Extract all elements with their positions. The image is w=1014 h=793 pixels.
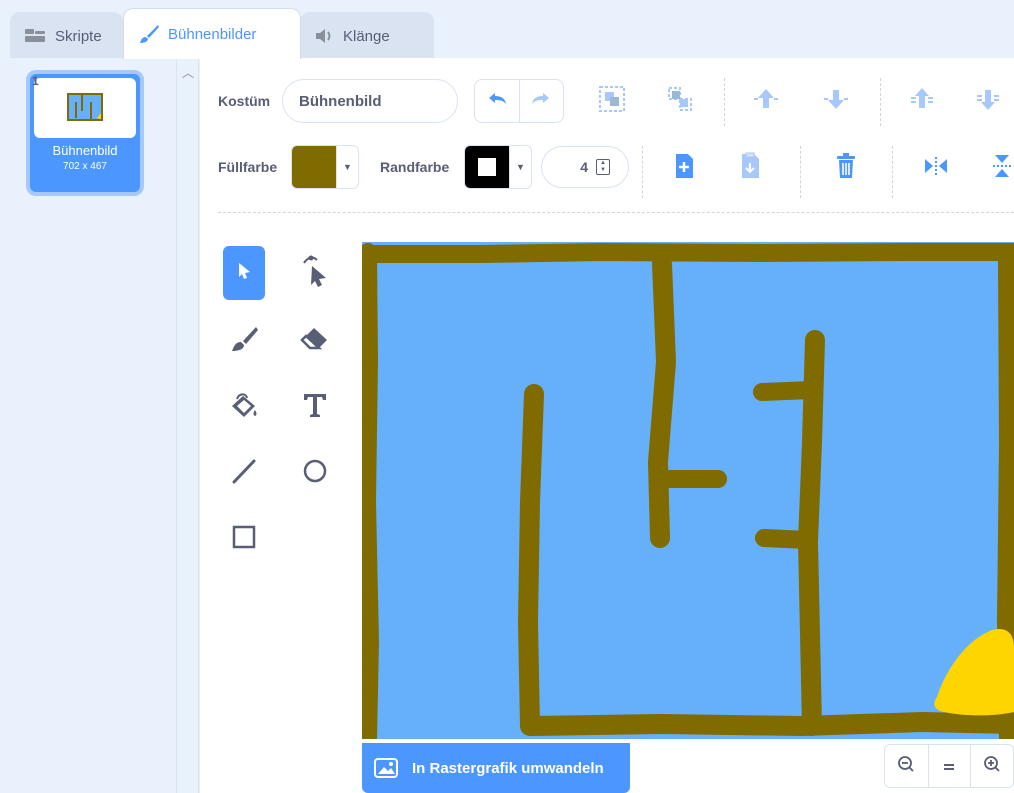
costume-number: 1 xyxy=(32,74,39,88)
sound-icon xyxy=(315,29,335,43)
tab-backdrops-label: Bühnenbilder xyxy=(168,25,257,43)
undo-redo-group xyxy=(474,79,564,123)
outline-color-swatch xyxy=(465,146,509,188)
paintbrush-icon xyxy=(138,23,160,45)
arrow-up-icon xyxy=(751,84,781,119)
costume-list: 1 Bühnenbild 702 x 467 xyxy=(0,58,177,793)
stepper-icon[interactable]: ▲ ▼ xyxy=(596,159,610,175)
brush-icon xyxy=(229,324,259,359)
paste-button[interactable] xyxy=(732,150,768,186)
toolbar-divider xyxy=(724,78,725,126)
toolbar-divider xyxy=(892,146,893,198)
eraser-icon xyxy=(300,324,330,359)
toolbar-divider xyxy=(880,78,881,126)
outline-color-picker[interactable]: ▼ xyxy=(464,145,532,189)
rectangle-tool[interactable] xyxy=(223,512,265,566)
chevron-up-icon[interactable]: ︿ xyxy=(182,64,194,81)
costume-thumbnail xyxy=(34,78,136,138)
zoom-in-icon xyxy=(983,755,1001,778)
text-icon xyxy=(301,391,329,424)
send-back-icon xyxy=(973,84,1003,119)
code-icon xyxy=(25,29,47,43)
fill-color-swatch xyxy=(292,146,336,188)
circle-tool[interactable] xyxy=(294,446,336,500)
fill-color-picker[interactable]: ▼ xyxy=(291,145,359,189)
costume-tile[interactable]: 1 Bühnenbild 702 x 467 xyxy=(26,70,144,196)
stroke-width-value: 4 xyxy=(580,159,588,175)
tab-scripts-label: Skripte xyxy=(55,27,102,45)
rectangle-icon xyxy=(230,523,258,556)
forward-button[interactable] xyxy=(748,83,784,119)
convert-to-bitmap-button[interactable]: In Rastergrafik umwandeln xyxy=(362,743,630,793)
reshape-tool[interactable] xyxy=(294,246,336,300)
outline-label: Randfarbe xyxy=(380,159,450,175)
costume-list-scrollbar[interactable]: ︿ xyxy=(177,58,199,793)
zoom-reset-button[interactable] xyxy=(927,745,971,787)
arrow-down-icon xyxy=(821,84,851,119)
flip-vertical-icon xyxy=(990,152,1014,185)
costume-size: 702 x 467 xyxy=(63,161,107,172)
tab-backdrops[interactable]: Bühnenbilder xyxy=(123,8,301,59)
select-tool[interactable] xyxy=(223,246,265,300)
zoom-in-button[interactable] xyxy=(970,745,1013,787)
toolbar-divider xyxy=(642,146,643,198)
back-button[interactable] xyxy=(970,83,1006,119)
fill-label: Füllfarbe xyxy=(218,159,278,175)
group-icon xyxy=(597,84,627,119)
image-icon xyxy=(374,758,398,778)
bring-front-icon xyxy=(907,84,937,119)
copy-icon xyxy=(672,152,696,185)
backdrop-drawing xyxy=(362,242,1014,739)
flip-vertical-button[interactable] xyxy=(984,150,1014,186)
tab-scripts[interactable]: Skripte xyxy=(10,12,123,59)
convert-button-label: In Rastergrafik umwandeln xyxy=(412,759,604,777)
equals-icon xyxy=(942,756,956,777)
front-button[interactable] xyxy=(904,83,940,119)
drawing-canvas[interactable] xyxy=(362,242,1014,739)
backward-button[interactable] xyxy=(818,83,854,119)
paint-editor: Kostüm Bühnenbild Füllfarbe ▼ Randfarbe … xyxy=(200,58,1014,793)
costume-name: Bühnenbild xyxy=(52,143,118,158)
eraser-tool[interactable] xyxy=(294,314,336,368)
line-tool[interactable] xyxy=(223,446,265,500)
flip-horizontal-icon xyxy=(922,154,950,183)
toolbar-canvas-divider xyxy=(218,212,1014,213)
line-icon xyxy=(230,457,258,490)
redo-icon xyxy=(531,92,551,111)
group-button[interactable] xyxy=(594,83,630,119)
chevron-down-icon: ▼ xyxy=(336,146,358,188)
ungroup-button[interactable] xyxy=(662,83,698,119)
costume-label: Kostüm xyxy=(218,93,271,109)
paint-editor-window: Skripte Bühnenbilder Klänge 1 Bühnenbild… xyxy=(0,0,1014,793)
zoom-controls xyxy=(884,744,1014,788)
undo-button[interactable] xyxy=(475,80,519,122)
trash-icon xyxy=(834,152,858,185)
ungroup-icon xyxy=(665,84,695,119)
tab-bar: Skripte Bühnenbilder Klänge xyxy=(0,0,1014,59)
brush-tool[interactable] xyxy=(223,314,265,368)
flip-horizontal-button[interactable] xyxy=(918,150,954,186)
zoom-out-icon xyxy=(897,755,915,778)
zoom-out-button[interactable] xyxy=(885,745,928,787)
circle-icon xyxy=(301,457,329,490)
paint-bucket-icon xyxy=(229,390,259,425)
chevron-down-icon: ▼ xyxy=(509,146,531,188)
costume-name-input[interactable]: Bühnenbild xyxy=(282,79,458,123)
redo-button[interactable] xyxy=(518,80,564,122)
reshape-cursor-icon xyxy=(300,254,330,293)
paste-icon xyxy=(738,152,762,185)
toolbar-divider xyxy=(800,146,801,198)
copy-button[interactable] xyxy=(666,150,702,186)
undo-icon xyxy=(487,92,507,111)
text-tool[interactable] xyxy=(294,380,336,434)
fill-tool[interactable] xyxy=(223,380,265,434)
tab-sounds-label: Klänge xyxy=(343,27,390,45)
arrow-cursor-icon xyxy=(234,259,254,288)
tab-sounds[interactable]: Klänge xyxy=(300,12,434,59)
stroke-width-input[interactable]: 4 ▲ ▼ xyxy=(541,146,629,188)
delete-button[interactable] xyxy=(828,150,864,186)
